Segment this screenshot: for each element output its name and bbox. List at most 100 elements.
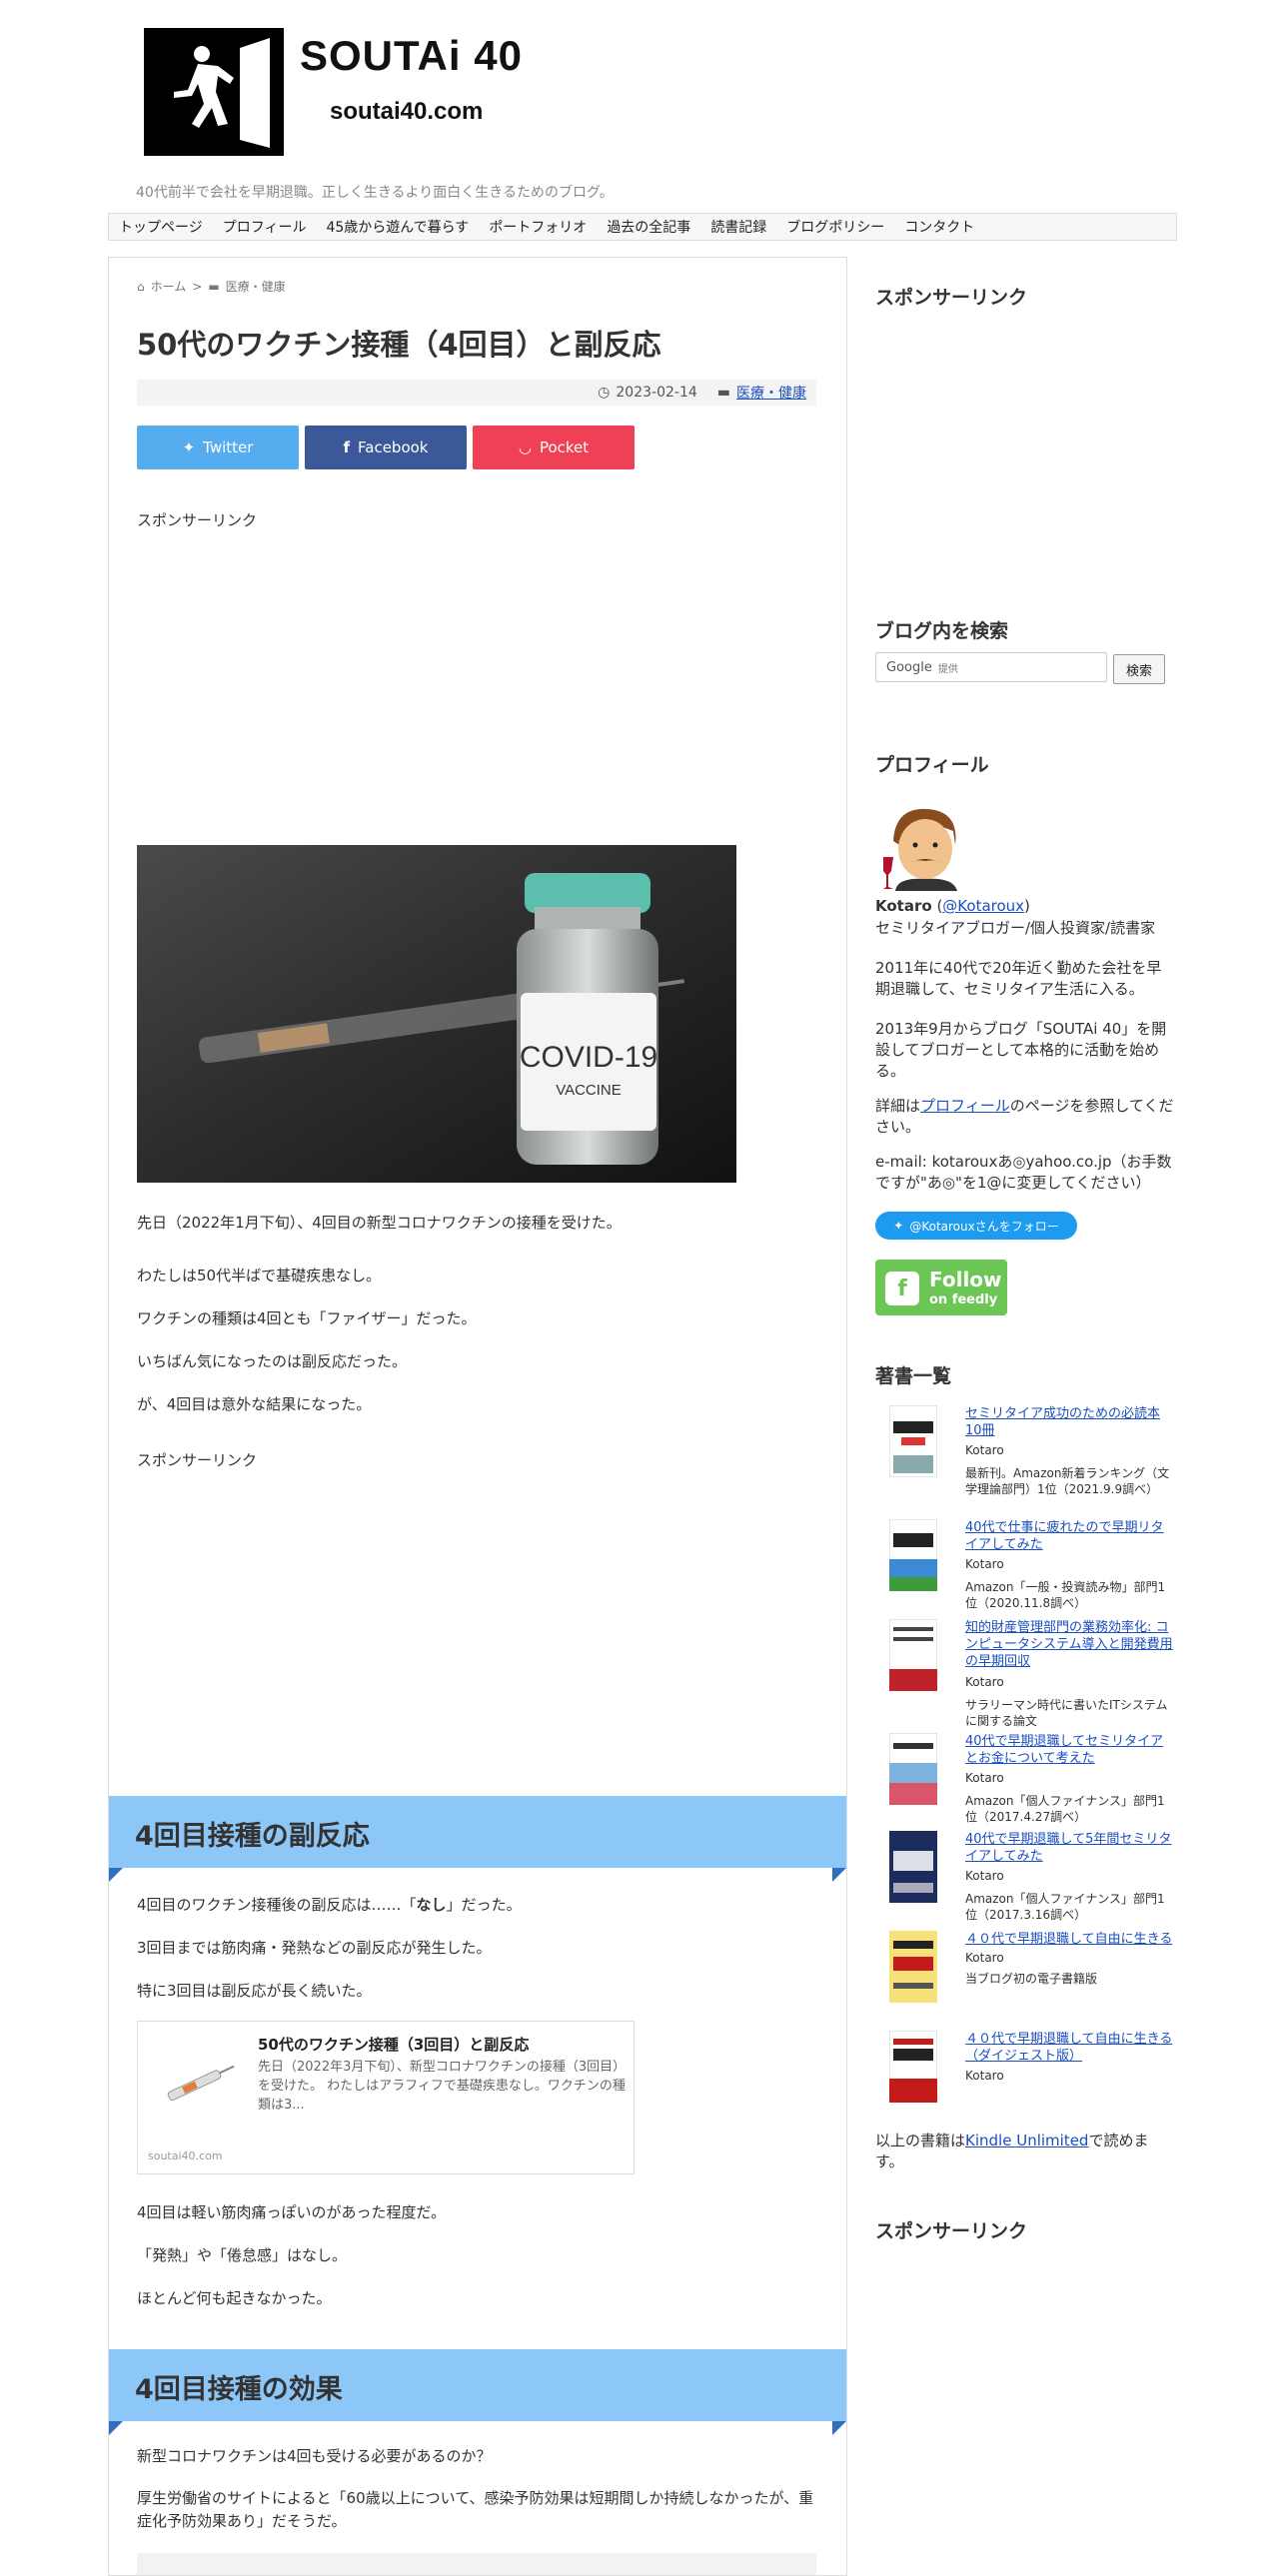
- nav-item-profile[interactable]: プロフィール: [213, 217, 317, 237]
- book-cover[interactable]: [889, 2031, 937, 2103]
- site-title[interactable]: SOUTAi 40: [300, 32, 523, 80]
- profile-page-link[interactable]: プロフィール: [920, 1097, 1010, 1115]
- vaccine-label-title: COVID-19: [520, 1041, 657, 1074]
- search-button[interactable]: 検索: [1113, 654, 1165, 684]
- ribbon-right-fold: [832, 2421, 846, 2435]
- folder-icon: ▬: [208, 279, 220, 294]
- facebook-icon: f: [343, 438, 351, 456]
- book-cover[interactable]: [889, 1619, 937, 1691]
- profile-email: e-mail: kotarouxあ◎yahoo.co.jp（お手数ですが"あ◎"…: [875, 1153, 1172, 1192]
- kindle-note: 以上の書籍はKindle Unlimitedで読めます。: [875, 2132, 1149, 2170]
- home-icon: ⌂: [137, 279, 145, 294]
- profile-paragraph-1: 2011年に40代で20年近く勤めた会社を早期退職して、セミリタイア生活に入る。: [875, 959, 1162, 998]
- book-author: Kotaro: [965, 1675, 1004, 1689]
- book-title-link[interactable]: 40代で早期退職してセミリタイアとお金について考えた: [965, 1733, 1175, 1767]
- profile-paragraph-2: 2013年9月からブログ「SOUTAi 40」を開設してブロガーとして本格的に活…: [875, 1020, 1167, 1080]
- kindle-unlimited-link[interactable]: Kindle Unlimited: [965, 2132, 1088, 2149]
- book-cover[interactable]: [889, 1831, 937, 1903]
- pocket-icon: ◡: [518, 438, 532, 456]
- profile-paragraph-3: 詳細はプロフィールのページを参照してください。: [875, 1097, 1174, 1136]
- section1-paragraph-2: 3回目までは筋肉痛・発熱などの副反応が発生した。: [137, 1939, 492, 1957]
- breadcrumb: ⌂ ホーム > ▬ 医療・健康: [137, 278, 286, 295]
- breadcrumb-home[interactable]: ホーム: [151, 278, 187, 295]
- book-note: Amazon「一般・投資読み物」部門1位（2020.11.8調べ）: [965, 1580, 1166, 1610]
- syringe-thumbnail: [152, 2052, 242, 2116]
- nav-item-blog-policy[interactable]: ブログポリシー: [776, 217, 894, 237]
- book-title-link[interactable]: 40代で早期退職して5年間セミリタイアしてみた: [965, 1831, 1175, 1865]
- profile-heading: プロフィール: [875, 754, 989, 776]
- book-note: サラリーマン時代に書いたITシステムに関する論文: [965, 1698, 1168, 1728]
- article-title: 50代のワクチン接種（4回目）と副反応: [137, 328, 661, 362]
- nav-item-reading-log[interactable]: 読書記録: [700, 217, 776, 237]
- related-article-card[interactable]: 50代のワクチン接種（3回目）と副反応 先日（2022年3月下旬）、新型コロナワ…: [137, 2021, 635, 2174]
- site-logo-icon[interactable]: [144, 28, 284, 156]
- related-article-desc: 先日（2022年3月下旬）、新型コロナワクチンの接種（3回目）を受けた。 わたし…: [258, 2060, 627, 2113]
- book-note: Amazon「個人ファイナンス」部門1位（2017.3.16調べ）: [965, 1892, 1165, 1922]
- book-cover[interactable]: [889, 1931, 937, 2003]
- section2-paragraph-2: 厚生労働省のサイトによると「60歳以上について、感染予防効果は短期間しか持続しな…: [137, 2489, 814, 2530]
- book-title-link[interactable]: 40代で仕事に疲れたので早期リタイアしてみた: [965, 1519, 1175, 1553]
- book-title-link[interactable]: ４０代で早期退職して自由に生きる（ダイジェスト版）: [965, 2031, 1175, 2065]
- intro-paragraph-2: わたしは50代半ばで基礎疾患なし。: [137, 1267, 382, 1285]
- book-cover[interactable]: [889, 1733, 937, 1805]
- profile-handle-link[interactable]: @Kotaroux: [942, 897, 1024, 915]
- section1-paragraph-4: 4回目は軽い筋肉痛っぽいのがあった程度だ。: [137, 2203, 447, 2221]
- twitter-follow-button[interactable]: ✦ @Kotarouxさんをフォロー: [875, 1212, 1077, 1240]
- search-placeholder: 提供: [937, 663, 958, 675]
- book-author: Kotaro: [965, 1771, 1004, 1785]
- feedly-label-2: on feedly: [929, 1292, 998, 1307]
- sponsor-label-2: スポンサーリンク: [137, 1451, 258, 1469]
- breadcrumb-category[interactable]: 医療・健康: [226, 278, 286, 295]
- site-tagline: 40代前半で会社を早期退職。正しく生きるより面白く生きるためのブログ。: [136, 185, 614, 201]
- nav-item-contact[interactable]: コンタクト: [894, 217, 984, 237]
- book-note: 最新刊。Amazon新着ランキング（文学理論部門）1位（2021.9.9調べ）: [965, 1466, 1170, 1496]
- share-buttons: ✦ Twitter f Facebook ◡ Pocket: [137, 426, 635, 469]
- search-input[interactable]: Google 提供: [875, 652, 1107, 682]
- share-pocket-button[interactable]: ◡ Pocket: [473, 426, 635, 469]
- twitter-follow-label: @Kotarouxさんをフォロー: [909, 1219, 1059, 1234]
- intro-paragraph-3: ワクチンの種類は4回とも「ファイザー」だった。: [137, 1309, 477, 1327]
- ribbon-left-fold: [109, 1868, 123, 1882]
- section2-paragraph-1: 新型コロナワクチンは4回も受ける必要があるのか？: [137, 2447, 492, 2465]
- site-domain[interactable]: soutai40.com: [330, 98, 483, 126]
- vaccine-photo: COVID-19 VACCINE: [137, 845, 736, 1183]
- book-title-link[interactable]: セミリタイア成功のための必読本10冊: [965, 1405, 1175, 1439]
- clock-icon: ◷: [598, 385, 611, 401]
- book-title-link[interactable]: ４０代で早期退職して自由に生きる: [965, 1931, 1175, 1948]
- nav-item-top[interactable]: トップページ: [109, 217, 213, 237]
- intro-paragraph-5: が、4回目は意外な結果になった。: [137, 1395, 372, 1413]
- section1-paragraph-1: 4回目のワクチン接種後の副反応は……「なし」だった。: [137, 1896, 522, 1914]
- vaccine-label-sub: VACCINE: [556, 1082, 622, 1099]
- intro-paragraph-1: 先日（2022年1月下旬）、4回目の新型コロナワクチンの接種を受けた。: [137, 1214, 622, 1232]
- breadcrumb-separator: >: [192, 279, 203, 294]
- feedly-icon: f: [885, 1272, 919, 1305]
- article-meta: ◷ 2023-02-14 ▬ 医療・健康: [137, 380, 816, 406]
- feedly-follow-button[interactable]: f Follow on feedly: [875, 1260, 1007, 1315]
- share-pocket-label: Pocket: [539, 438, 590, 456]
- share-twitter-button[interactable]: ✦ Twitter: [137, 426, 299, 469]
- book-note: Amazon「個人ファイナンス」部門1位（2017.4.27調べ）: [965, 1794, 1165, 1824]
- twitter-bird-icon: ✦: [893, 1219, 904, 1233]
- profile-role: セミリタイアブロガー/個人投資家/読書家: [875, 919, 1156, 937]
- share-facebook-button[interactable]: f Facebook: [305, 426, 467, 469]
- share-facebook-label: Facebook: [358, 438, 429, 456]
- site-header: SOUTAi 40 soutai40.com 40代前半で会社を早期退職。正しく…: [108, 18, 1175, 208]
- book-author: Kotaro: [965, 1951, 1004, 1965]
- section-heading-side-effects: 4回目接種の副反応: [109, 1796, 846, 1882]
- book-cover[interactable]: [889, 1519, 937, 1591]
- section1-paragraph-6: ほとんど何も起きなかった。: [137, 2289, 332, 2307]
- nav-item-all-posts[interactable]: 過去の全記事: [597, 217, 700, 237]
- book-cover[interactable]: [889, 1405, 937, 1477]
- feedly-label-1: Follow: [929, 1268, 1002, 1291]
- book-title-link[interactable]: 知的財産管理部門の業務効率化: コンピュータシステム導入と開発費用の早期回収: [965, 1619, 1175, 1670]
- section1-paragraph-5: 「発熱」や「倦怠感」はなし。: [137, 2246, 348, 2264]
- avatar: [875, 801, 975, 891]
- global-nav: トップページ プロフィール 45歳から遊んで暮らす ポートフォリオ 過去の全記事…: [108, 213, 1177, 241]
- share-twitter-label: Twitter: [203, 438, 254, 456]
- nav-item-play-from-45[interactable]: 45歳から遊んで暮らす: [316, 217, 479, 237]
- article-category-link[interactable]: 医療・健康: [736, 383, 806, 403]
- folder-icon: ▬: [716, 385, 730, 401]
- related-article-title[interactable]: 50代のワクチン接種（3回目）と副反応: [258, 2034, 529, 2055]
- nav-item-portfolio[interactable]: ポートフォリオ: [479, 217, 597, 237]
- book-note: 当ブログ初の電子書籍版: [965, 1972, 1098, 1986]
